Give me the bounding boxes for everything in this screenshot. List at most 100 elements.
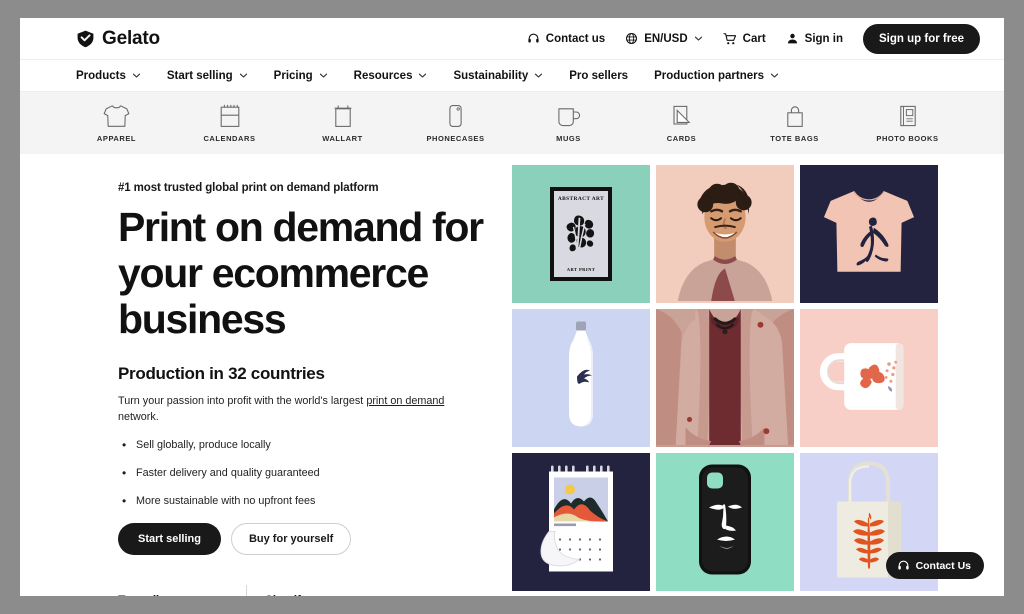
category-tote-bags[interactable]: TOTE BAGS bbox=[738, 104, 851, 143]
water-bottle-tile[interactable] bbox=[512, 309, 650, 447]
sign-in-link[interactable]: Sign in bbox=[786, 32, 843, 45]
nav-item-products[interactable]: Products bbox=[76, 70, 141, 82]
nav-item-pricing[interactable]: Pricing bbox=[274, 70, 328, 82]
chevron-down-icon bbox=[132, 73, 140, 78]
hero-subheading: Production in 32 countries bbox=[118, 364, 325, 383]
hero-lede: Turn your passion into profit with the w… bbox=[118, 393, 454, 425]
contact-us-label: Contact us bbox=[545, 32, 606, 45]
hero-cta-row: Start selling Buy for yourself bbox=[118, 523, 512, 555]
nav-label: Products bbox=[76, 69, 126, 82]
photo-book-icon bbox=[899, 105, 916, 126]
cards-icon bbox=[672, 105, 691, 125]
model-portrait-lower-tile[interactable] bbox=[656, 309, 794, 447]
list-item: Faster delivery and quality guaranteed bbox=[118, 466, 512, 480]
trust-divider bbox=[246, 585, 247, 596]
nav-label: Start selling bbox=[166, 69, 233, 82]
bottle-artwork bbox=[569, 321, 593, 427]
nav-item-resources[interactable]: Resources bbox=[354, 70, 428, 82]
tote-bag-icon bbox=[786, 105, 803, 127]
wall-art-poster-tile[interactable]: ABSTRACT ART ART PRINT bbox=[512, 165, 650, 303]
poster-caption: ART PRINT bbox=[566, 267, 596, 272]
category-label: TOTE BAGS bbox=[770, 133, 819, 143]
shopify-logo[interactable]: Shopify bbox=[265, 582, 307, 596]
category-strip: APPAREL CALENDARS WALLART PHONECASES MUG… bbox=[20, 92, 1004, 154]
category-phonecases[interactable]: PHONECASES bbox=[399, 104, 512, 143]
user-icon bbox=[787, 33, 797, 44]
phone-case-artwork bbox=[699, 464, 751, 575]
category-wallart[interactable]: WALLART bbox=[286, 104, 399, 143]
globe-icon bbox=[626, 33, 638, 44]
water-bottle-product bbox=[561, 320, 601, 437]
chevron-down-icon bbox=[419, 73, 427, 78]
nav-item-production-partners[interactable]: Production partners bbox=[654, 70, 779, 82]
brand-name: Gelato bbox=[102, 27, 160, 49]
nav-item-pro-sellers[interactable]: Pro sellers bbox=[569, 70, 628, 82]
calendar-tile[interactable] bbox=[512, 453, 650, 591]
hero-copy: #1 most trusted global print on demand p… bbox=[20, 154, 512, 596]
chevron-down-icon bbox=[319, 73, 327, 78]
contact-us-link[interactable]: Contact us bbox=[527, 32, 605, 45]
print-on-demand-link[interactable]: print on demand bbox=[366, 395, 444, 407]
nav-item-start-selling[interactable]: Start selling bbox=[167, 70, 248, 82]
tshirt-icon bbox=[103, 104, 130, 127]
mug-artwork bbox=[819, 343, 904, 410]
category-label: APPAREL bbox=[96, 133, 137, 143]
category-label: CALENDARS bbox=[203, 133, 256, 143]
trustpilot-logo[interactable]: Trustpilot bbox=[118, 582, 246, 596]
mug-tile[interactable] bbox=[800, 309, 938, 447]
category-label: CARDS bbox=[666, 133, 697, 143]
cart-link[interactable]: Cart bbox=[722, 32, 766, 46]
browser-viewport: Gelato Contact us EN/USD Cart Sign in Si… bbox=[20, 18, 1004, 596]
category-label: MUGS bbox=[556, 133, 581, 143]
tshirt-tile[interactable] bbox=[800, 165, 938, 303]
category-label: PHOTO BOOKS bbox=[876, 133, 939, 143]
nav-item-sustainability[interactable]: Sustainability bbox=[453, 70, 543, 82]
nav-label: Sustainability bbox=[453, 69, 529, 82]
nav-label: Resources bbox=[353, 69, 413, 82]
category-mugs[interactable]: MUGS bbox=[512, 104, 625, 143]
calendar-product bbox=[539, 462, 623, 583]
chevron-down-icon bbox=[694, 36, 702, 41]
phone-case-tile[interactable] bbox=[656, 453, 794, 591]
hero-lede-after: network. bbox=[118, 411, 159, 423]
poster-artwork bbox=[557, 202, 605, 267]
page-title: Print on demand for your ecommerce busin… bbox=[118, 204, 484, 342]
calendar-icon bbox=[220, 104, 239, 127]
site-header: Gelato Contact us EN/USD Cart Sign in Si… bbox=[20, 18, 1004, 60]
category-cards[interactable]: CARDS bbox=[625, 104, 738, 143]
buy-for-yourself-button[interactable]: Buy for yourself bbox=[230, 523, 352, 555]
tshirt-artwork bbox=[823, 190, 915, 272]
header-actions: Contact us EN/USD Cart Sign in Sign up f… bbox=[527, 23, 980, 54]
hero-gallery: ABSTRACT ART ART PRINT bbox=[512, 154, 1004, 591]
start-selling-button[interactable]: Start selling bbox=[118, 523, 221, 555]
nav-label: Production partners bbox=[654, 69, 764, 82]
headset-icon bbox=[897, 560, 909, 570]
model-portrait-tile[interactable] bbox=[656, 165, 794, 303]
sign-in-label: Sign in bbox=[804, 32, 844, 45]
framed-poster: ABSTRACT ART ART PRINT bbox=[550, 187, 612, 281]
phone-case-product bbox=[695, 462, 755, 583]
hero-lede-before: Turn your passion into profit with the w… bbox=[118, 395, 367, 407]
gelato-diamond-check-icon bbox=[77, 30, 94, 48]
category-label: PHONECASES bbox=[426, 133, 485, 143]
nav-label: Pro sellers bbox=[569, 69, 629, 82]
mug-product bbox=[819, 335, 919, 422]
brand-logo[interactable]: Gelato bbox=[76, 28, 160, 50]
hero-eyebrow: #1 most trusted global print on demand p… bbox=[118, 182, 379, 194]
contact-us-fab-label: Contact Us bbox=[915, 559, 971, 572]
nav-label: Pricing bbox=[273, 69, 313, 82]
category-apparel[interactable]: APPAREL bbox=[60, 104, 173, 143]
category-label: WALLART bbox=[322, 133, 363, 143]
contact-us-fab[interactable]: Contact Us bbox=[885, 552, 984, 579]
cart-label: Cart bbox=[742, 32, 766, 45]
category-photo-books[interactable]: PHOTO BOOKS bbox=[851, 104, 964, 143]
trust-logos-row: Trustpilot Shopify bbox=[118, 582, 512, 596]
locale-selector[interactable]: EN/USD bbox=[625, 32, 702, 45]
model-portrait-lower-artwork bbox=[656, 309, 794, 446]
category-calendars[interactable]: CALENDARS bbox=[173, 104, 286, 143]
list-item: More sustainable with no upfront fees bbox=[118, 494, 512, 508]
locale-label: EN/USD bbox=[644, 32, 688, 45]
tshirt-product bbox=[821, 186, 917, 283]
sign-up-button[interactable]: Sign up for free bbox=[863, 23, 980, 54]
list-item: Sell globally, produce locally bbox=[118, 438, 512, 452]
